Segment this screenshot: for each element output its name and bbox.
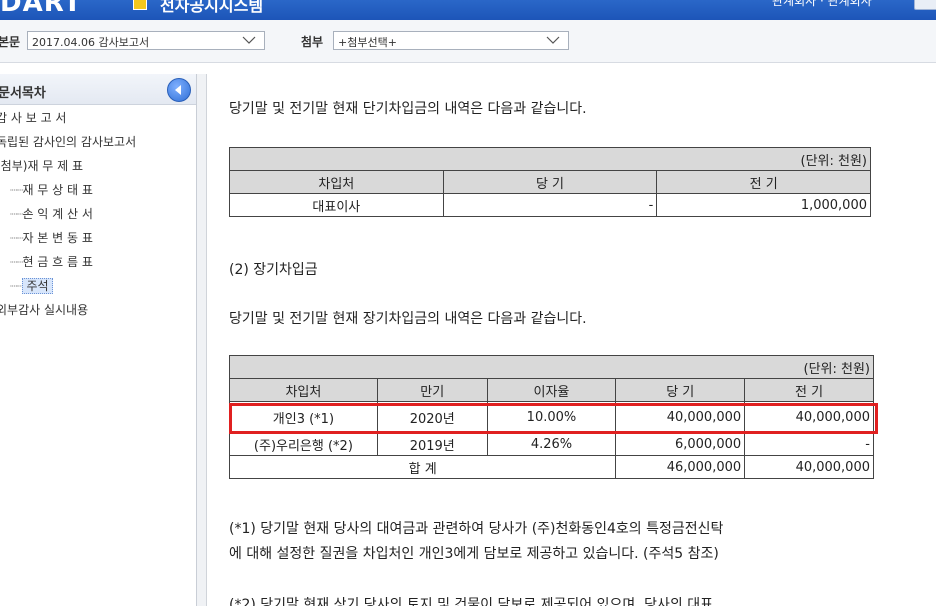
dart-logo[interactable]: DART xyxy=(0,0,82,18)
main-doc-select-value: 2017.04.06 감사보고서 xyxy=(32,36,150,49)
toc-item-audit-report[interactable]: 감 사 보 고 서 xyxy=(0,109,66,126)
column-header: 전 기 xyxy=(744,378,874,402)
column-header: 당 기 xyxy=(615,378,746,402)
toc-item-external-audit[interactable]: 외부감사 실시내용 xyxy=(0,301,88,318)
toc-item-income-statement[interactable]: ┈┈손 익 계 산 서 xyxy=(10,205,93,222)
document-select-bar: 본문 2017.04.06 감사보고서 첨부 +첨부선택+ xyxy=(0,20,936,63)
section-2-title: (2) 장기차입금 xyxy=(229,262,318,278)
table-cell: 10.00% xyxy=(486,401,617,433)
column-header: 이자율 xyxy=(486,378,617,402)
tree-connector: ┈┈ xyxy=(10,279,23,293)
panel-splitter[interactable] xyxy=(197,74,207,606)
table-cell: 개인3 (*1) xyxy=(229,401,378,433)
total-current: 46,000,000 xyxy=(615,455,746,479)
toc-header: 문서목차 xyxy=(0,74,196,105)
table-total-row: 합 계 46,000,000 40,000,000 xyxy=(228,455,874,479)
toc-item-independent-auditor-report[interactable]: 독립된 감사인의 감사보고서 xyxy=(0,133,136,150)
tree-connector: ┈┈ xyxy=(10,231,23,245)
attach-label: 첨부 xyxy=(301,35,324,49)
note-1-line-2: 에 대해 설정한 질권을 차입처인 개인3에게 담보로 제공하고 있습니다. (… xyxy=(229,546,719,562)
table-row: (주)우리은행 (*2) 2019년 4.26% 6,000,000 - xyxy=(229,432,874,456)
column-header: 당 기 xyxy=(442,170,658,194)
note-2-line-1: (*2) 당기말 현재 상기 당사의 토지 및 건물이 담보로 제공되어 있으며… xyxy=(229,597,713,606)
table-cell: 40,000,000 xyxy=(744,401,874,433)
tree-connector: ┈┈ xyxy=(10,207,23,221)
table-cell: 6,000,000 xyxy=(615,432,746,456)
total-prior: 40,000,000 xyxy=(744,455,874,479)
table-cell: 1,000,000 xyxy=(656,193,871,217)
table-cell: 4.26% xyxy=(486,432,617,456)
tree-connector: ┈┈ xyxy=(10,255,23,269)
chevron-down-icon xyxy=(242,36,256,44)
collapse-panel-button[interactable] xyxy=(167,78,191,102)
toc-item-cash-flow[interactable]: ┈┈현 금 흐 름 표 xyxy=(10,253,93,270)
toc-title: 문서목차 xyxy=(0,86,46,101)
short-term-intro: 당기말 및 전기말 현재 단기차입금의 내역은 다음과 같습니다. xyxy=(229,101,587,117)
note-1-line-1: (*1) 당기말 현재 당사의 대여금과 관련하여 당사가 (주)천화동인4호의… xyxy=(229,521,724,537)
column-header: 전 기 xyxy=(656,170,871,194)
attach-select-value: +첨부선택+ xyxy=(338,36,397,49)
long-term-intro: 당기말 및 전기말 현재 장기차입금의 내역은 다음과 같습니다. xyxy=(229,311,587,327)
toc-item-equity-changes[interactable]: ┈┈자 본 변 동 표 xyxy=(10,229,93,246)
logo-mark-icon xyxy=(133,0,147,10)
tree-connector: ┈┈ xyxy=(10,183,23,197)
top-links[interactable]: 관계회사 · 관계회사 xyxy=(772,0,872,9)
main-doc-label: 본문 xyxy=(0,35,21,49)
document-content: 당기말 및 전기말 현재 단기차입금의 내역은 다음과 같습니다. (단위: 천… xyxy=(207,74,936,606)
chevron-left-icon xyxy=(175,85,181,95)
table-unit: (단위: 천원) xyxy=(229,355,874,379)
long-term-borrowings-table: (단위: 천원) 차입처 만기 이자율 당 기 전 기 개인3 (*1) 202… xyxy=(228,355,874,479)
top-right-button[interactable] xyxy=(914,0,936,10)
attach-select[interactable]: +첨부선택+ xyxy=(333,31,569,50)
column-header: 만기 xyxy=(376,378,488,402)
short-term-borrowings-table: (단위: 천원) 차입처 당 기 전 기 대표이사 - 1,000,000 xyxy=(229,147,871,217)
table-cell: 2020년 xyxy=(376,401,488,433)
top-banner: DART 전자공시시스템 관계회사 · 관계회사 xyxy=(0,0,936,20)
toc-item-financial-statements[interactable]: (첨부)재 무 제 표 xyxy=(0,157,83,174)
total-label: 합 계 xyxy=(228,455,617,479)
main-doc-select[interactable]: 2017.04.06 감사보고서 xyxy=(27,31,265,50)
table-row: 개인3 (*1) 2020년 10.00% 40,000,000 40,000,… xyxy=(229,401,874,433)
table-cell: 대표이사 xyxy=(229,193,444,217)
toc-panel: 문서목차 감 사 보 고 서 독립된 감사인의 감사보고서 (첨부)재 무 제 … xyxy=(0,74,197,606)
table-row: 대표이사 - 1,000,000 xyxy=(229,193,871,217)
table-cell: - xyxy=(744,432,874,456)
column-header: 차입처 xyxy=(229,170,444,194)
table-unit: (단위: 천원) xyxy=(229,147,871,171)
table-cell: 2019년 xyxy=(376,432,488,456)
table-cell: 40,000,000 xyxy=(615,401,746,433)
table-cell: (주)우리은행 (*2) xyxy=(229,432,378,456)
toc-item-notes[interactable]: ┈┈ 주석 xyxy=(10,277,53,294)
table-cell: - xyxy=(442,193,658,217)
app-title: 전자공시시스템 xyxy=(160,0,264,15)
chevron-down-icon xyxy=(546,36,560,44)
toc-item-balance-sheet[interactable]: ┈┈재 무 상 태 표 xyxy=(10,181,93,198)
column-header: 차입처 xyxy=(229,378,378,402)
